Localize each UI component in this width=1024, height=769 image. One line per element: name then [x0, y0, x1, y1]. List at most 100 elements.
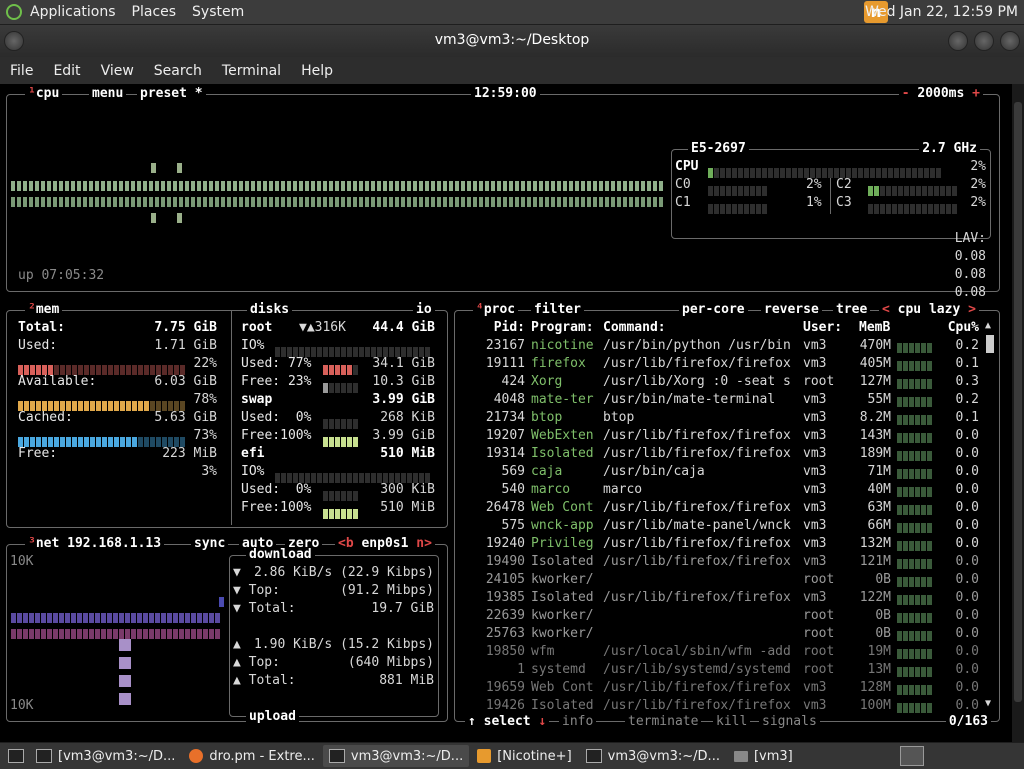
table-row[interactable]: 22639 kworker/root 0B 0.0	[455, 607, 985, 625]
table-row[interactable]: 19490 Isolated/usr/lib/firefox/firefox vm3…	[455, 553, 985, 571]
task-terminal-1[interactable]: [vm3@vm3:~/D...	[30, 745, 181, 767]
tab-menu[interactable]: menu	[92, 86, 123, 101]
table-row[interactable]: 4048 mate-ter/usr/bin/mate-terminal vm3 55M…	[455, 391, 985, 409]
menu-edit[interactable]: Edit	[43, 63, 90, 79]
scroll-down-icon[interactable]: ▼	[985, 695, 991, 713]
scroll-up-icon[interactable]: ▲	[985, 317, 991, 335]
cpu-graph-cell	[11, 197, 15, 207]
task-nicotine[interactable]: [Nicotine+]	[471, 745, 577, 767]
col-cpu[interactable]: Cpu%	[935, 319, 979, 337]
net-graph-upload-bar	[119, 639, 131, 651]
col-pid[interactable]: Pid:	[459, 319, 525, 337]
maximize-button[interactable]	[974, 31, 994, 51]
col-command[interactable]: Command:	[603, 319, 666, 337]
sort-prev[interactable]: <	[882, 302, 890, 317]
system-menu[interactable]: System	[184, 4, 252, 20]
net-graph-cell	[185, 629, 190, 639]
table-row[interactable]: 424 Xorg/usr/lib/Xorg :0 -seat s root 127M 0…	[455, 373, 985, 391]
table-row[interactable]: 24105 kworker/root 0B 0.0	[455, 571, 985, 589]
cpu-graph-cell	[233, 181, 237, 191]
menu-terminal[interactable]: Terminal	[212, 63, 291, 79]
menu-view[interactable]: View	[91, 63, 144, 79]
table-row[interactable]: 21734 btop btop vm3 8.2M 0.1	[455, 409, 985, 427]
tab-proc[interactable]: proc	[484, 302, 515, 317]
col-memb[interactable]: MemB	[859, 319, 890, 337]
window-titlebar[interactable]: vm3@vm3:~/Desktop	[0, 25, 1024, 57]
proc-user: vm3	[803, 698, 827, 713]
tab-io[interactable]: io	[416, 302, 432, 317]
table-row[interactable]: 575 wnck-app/usr/lib/mate-panel/wnck vm3 66…	[455, 517, 985, 535]
proc-pid: 540	[501, 482, 525, 497]
menu-help[interactable]: Help	[291, 63, 343, 79]
table-row[interactable]: 19240 Privileg/usr/lib/firefox/firefox vm3…	[455, 535, 985, 553]
interval-decrease[interactable]: -	[902, 86, 910, 101]
table-row[interactable]: 26478 Web Cont/usr/lib/firefox/firefox vm3…	[455, 499, 985, 517]
tab-mem[interactable]: mem	[36, 302, 59, 317]
terminal-scrollbar[interactable]	[1012, 84, 1024, 742]
proc-program: Web Cont	[531, 680, 594, 695]
footer-kill[interactable]: kill	[716, 714, 747, 729]
table-row[interactable]: 19314 Isolated/usr/lib/firefox/firefox vm3…	[455, 445, 985, 463]
footer-signals[interactable]: signals	[762, 714, 817, 729]
proc-tree[interactable]: tree	[836, 302, 867, 317]
minimize-button[interactable]	[948, 31, 968, 51]
window-menu-button[interactable]	[4, 31, 24, 51]
table-row[interactable]: 19659 Web Cont/usr/lib/firefox/firefox vm3…	[455, 679, 985, 697]
workspace-switcher[interactable]	[900, 746, 924, 766]
proc-per-core[interactable]: per-core	[682, 302, 745, 317]
table-row[interactable]: 540 marco marco vm3 40M 0.0	[455, 481, 985, 499]
cpu-total-label: CPU	[675, 159, 699, 174]
table-row[interactable]: 1 systemd/usr/lib/systemd/systemd root 13M 0…	[455, 661, 985, 679]
table-row[interactable]: 19850 wfm/usr/local/sbin/wfm -add root 19M 0…	[455, 643, 985, 661]
show-desktop-icon[interactable]	[8, 749, 24, 763]
net-sync[interactable]: sync	[194, 536, 225, 551]
terminal-scroll-thumb[interactable]	[1014, 102, 1022, 702]
table-row[interactable]: 19207 WebExten/usr/lib/firefox/firefox vm3…	[455, 427, 985, 445]
task-folder[interactable]: [vm3]	[728, 745, 799, 767]
task-terminal-3[interactable]: vm3@vm3:~/D...	[580, 745, 726, 767]
cpu-graph-cell	[359, 181, 363, 191]
footer-signals-wrap: signals	[759, 714, 820, 730]
mate-logo-icon[interactable]	[6, 4, 22, 20]
terminal-area[interactable]: ¹cpu menu preset * 12:59:00 - 2000ms + u…	[0, 84, 1012, 742]
cpu-graph-cell	[83, 181, 87, 191]
proc-reverse[interactable]: reverse	[764, 302, 819, 317]
table-row[interactable]: 19111 firefox/usr/lib/firefox/firefox vm3 4…	[455, 355, 985, 373]
net-graph-cell	[191, 629, 196, 639]
tab-preset[interactable]: preset	[140, 86, 187, 101]
table-row[interactable]: 19385 Isolated/usr/lib/firefox/firefox vm3…	[455, 589, 985, 607]
table-row[interactable]: 25763 kworker/root 0B 0.0	[455, 625, 985, 643]
cpu-graph-cell	[131, 197, 135, 207]
net-graph-upload-bar	[119, 675, 131, 687]
tab-disks[interactable]: disks	[250, 302, 289, 317]
cpu-graph-cell	[191, 181, 195, 191]
menu-file[interactable]: File	[0, 63, 43, 79]
proc-scroll-thumb[interactable]	[986, 335, 994, 353]
tab-cpu[interactable]: cpu	[36, 86, 59, 101]
col-user[interactable]: User:	[803, 319, 842, 337]
clock[interactable]: Wed Jan 22, 12:59 PM	[865, 4, 1018, 20]
proc-filter[interactable]: filter	[534, 302, 581, 317]
footer-select[interactable]: select	[484, 714, 531, 729]
menu-search[interactable]: Search	[144, 63, 212, 79]
tab-net[interactable]: net	[36, 536, 59, 551]
footer-terminate[interactable]: terminate	[628, 714, 698, 729]
col-program[interactable]: Program:	[531, 319, 594, 337]
table-row[interactable]: 19426 Isolated/usr/lib/firefox/firefox vm3…	[455, 697, 985, 715]
cpu-graph-cell	[563, 197, 567, 207]
net-prev-iface[interactable]: <b	[338, 536, 354, 551]
table-row[interactable]: 23167 nicotine/usr/bin/python /usr/bin vm3…	[455, 337, 985, 355]
task-firefox[interactable]: dro.pm - Extre...	[183, 745, 321, 767]
footer-info[interactable]: info	[562, 714, 593, 729]
cpu-graph-cell	[449, 181, 453, 191]
places-menu[interactable]: Places	[124, 4, 185, 20]
interval-increase[interactable]: +	[972, 86, 980, 101]
applications-menu[interactable]: Applications	[22, 4, 124, 20]
cpu-graph-cell	[413, 181, 417, 191]
task-terminal-active[interactable]: vm3@vm3:~/D...	[322, 745, 470, 767]
table-row[interactable]: 569 caja/usr/bin/caja vm3 71M 0.0	[455, 463, 985, 481]
disk-root-free-value: 10.3 GiB	[372, 374, 435, 389]
net-next-iface[interactable]: n>	[416, 536, 432, 551]
sort-next[interactable]: >	[968, 302, 976, 317]
close-button[interactable]	[1000, 31, 1020, 51]
